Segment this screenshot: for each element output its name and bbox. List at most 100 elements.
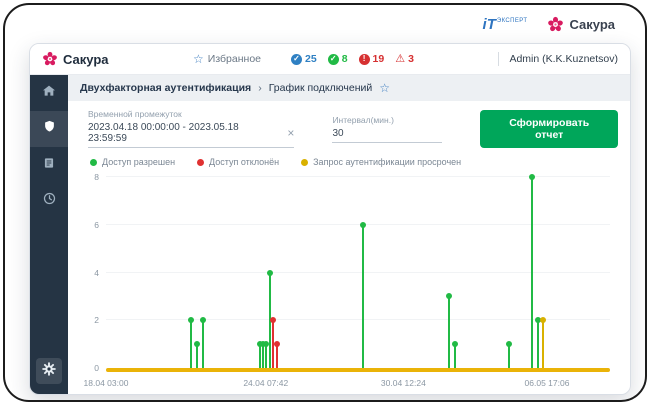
gridline [106, 224, 610, 225]
user-menu[interactable]: Admin (K.K.Kuznetsov) [509, 53, 618, 65]
chart-stem[interactable] [454, 344, 456, 368]
clock-icon [42, 191, 57, 211]
sidebar-item-journal[interactable] [30, 147, 68, 183]
time-range-field[interactable]: Временной промежуток 2023.04.18 00:00:00… [88, 109, 294, 148]
chart-stem[interactable] [537, 320, 539, 368]
status-badge[interactable]: !19 [359, 53, 385, 65]
generate-report-button[interactable]: Сформировать отчет [480, 110, 618, 148]
chart-stem[interactable] [196, 344, 198, 368]
user-area: Admin (K.K.Kuznetsov) [498, 52, 618, 66]
warning-triangle-icon: ⚠ [395, 54, 405, 65]
stem-dot-icon [529, 174, 535, 180]
favorites-link[interactable]: ☆ Избранное [193, 53, 261, 65]
chart-stem[interactable] [259, 344, 261, 368]
chart-legend: Доступ разрешен Доступ отклонён Запрос аут… [90, 157, 618, 167]
x-axis-label: 18.04 03:00 [84, 378, 129, 388]
sakura-flower-icon [547, 16, 564, 33]
exclamation-circle-icon: ! [359, 54, 370, 65]
interval-field[interactable]: Интервал(мин.) 30 [332, 115, 442, 143]
legend-dot-icon [301, 159, 308, 166]
chart-stem[interactable] [190, 320, 192, 368]
chart-stem[interactable] [508, 344, 510, 368]
stem-dot-icon [267, 270, 273, 276]
legend-label: Запрос аутентификации просрочен [313, 157, 461, 167]
stem-dot-icon [540, 317, 546, 323]
journal-icon [42, 156, 56, 175]
top-logos: iT ЭКСПЕРТ Сакура [483, 16, 615, 33]
breadcrumb-section[interactable]: Двухфакторная аутентификация [80, 82, 251, 94]
legend-label: Доступ разрешен [102, 157, 175, 167]
chart-baseline [106, 368, 610, 372]
app-header: Сакура ☆ Избранное ✓25✓8!19⚠3 Admin (K.K… [30, 44, 630, 75]
chart-plot[interactable] [106, 169, 610, 372]
chart-y-axis: 02468 [80, 169, 104, 372]
stem-dot-icon [360, 222, 366, 228]
time-range-value[interactable]: 2023.04.18 00:00:00 - 2023.05.18 23:59:5… [88, 122, 277, 144]
app-brand[interactable]: Сакура [42, 51, 109, 67]
legend-item: Запрос аутентификации просрочен [301, 157, 461, 167]
stem-dot-icon [452, 341, 458, 347]
home-icon [41, 83, 57, 104]
y-axis-label: 0 [94, 363, 99, 373]
header-middle: ☆ Избранное ✓25✓8!19⚠3 [109, 53, 499, 65]
status-badge[interactable]: ✓25 [291, 53, 317, 65]
interval-value[interactable]: 30 [332, 128, 343, 139]
gear-icon [41, 361, 57, 382]
x-axis-label: 06.05 17:06 [525, 378, 570, 388]
favorites-label: Избранное [208, 53, 261, 65]
interval-label: Интервал(мин.) [332, 115, 442, 125]
filters-bar: Временной промежуток 2023.04.18 00:00:00… [80, 109, 618, 148]
chart-stem[interactable] [276, 344, 278, 368]
favorite-star-icon[interactable]: ☆ [379, 81, 390, 95]
stem-dot-icon [188, 317, 194, 323]
sidebar-item-security[interactable] [30, 111, 68, 147]
chart-stem[interactable] [362, 225, 364, 368]
chart-stem[interactable] [542, 320, 544, 368]
clear-icon[interactable]: × [287, 127, 294, 139]
legend-label: Доступ отклонён [209, 157, 279, 167]
chart-stem[interactable] [531, 177, 533, 368]
status-badge[interactable]: ✓8 [328, 53, 348, 65]
badge-count: 19 [373, 53, 385, 65]
badge-count: 8 [342, 53, 348, 65]
device-frame: iT ЭКСПЕРТ Сакура Сакура ☆ Избранное [3, 3, 647, 402]
status-badge[interactable]: ⚠3 [395, 53, 414, 65]
stem-dot-icon [270, 317, 276, 323]
it-expert-logo-subtext: ЭКСПЕРТ [497, 18, 528, 24]
check-circle-icon: ✓ [328, 54, 339, 65]
check-circle-icon: ✓ [291, 54, 302, 65]
legend-dot-icon [90, 159, 97, 166]
y-axis-label: 6 [94, 220, 99, 230]
chart-x-axis: 18.04 03:0024.04 07:4230.04 12:2406.05 1… [106, 374, 610, 390]
y-axis-label: 4 [94, 268, 99, 278]
x-axis-label: 30.04 12:24 [381, 378, 426, 388]
star-icon: ☆ [193, 53, 204, 65]
legend-item: Доступ разрешен [90, 157, 175, 167]
sidebar-item-settings[interactable] [36, 358, 62, 384]
it-expert-logo: iT ЭКСПЕРТ [483, 17, 528, 32]
sakura-logo: Сакура [547, 16, 615, 33]
app-window: Сакура ☆ Избранное ✓25✓8!19⚠3 Admin (K.K… [29, 43, 631, 395]
time-range-label: Временной промежуток [88, 109, 294, 119]
header-divider [498, 52, 499, 66]
brand-flower-icon [42, 51, 58, 67]
main-panel: Временной промежуток 2023.04.18 00:00:00… [68, 101, 630, 394]
sakura-logo-text: Сакура [569, 17, 615, 32]
badge-count: 25 [305, 53, 317, 65]
gridline [106, 272, 610, 273]
stem-dot-icon [194, 341, 200, 347]
chart-stem[interactable] [448, 296, 450, 368]
stem-dot-icon [506, 341, 512, 347]
sidebar-item-history[interactable] [30, 183, 68, 219]
chart-stem[interactable] [202, 320, 204, 368]
breadcrumb-current: График подключений [269, 82, 373, 94]
window-body: Двухфакторная аутентификация › График по… [30, 75, 630, 394]
sidebar-item-home[interactable] [30, 75, 68, 111]
y-axis-label: 2 [94, 315, 99, 325]
x-axis-label: 24.04 07:42 [243, 378, 288, 388]
shield-icon [42, 119, 57, 139]
legend-dot-icon [197, 159, 204, 166]
chart-stem[interactable] [262, 344, 264, 368]
chart-stem[interactable] [265, 344, 267, 368]
it-expert-logo-text: iT [483, 17, 496, 32]
